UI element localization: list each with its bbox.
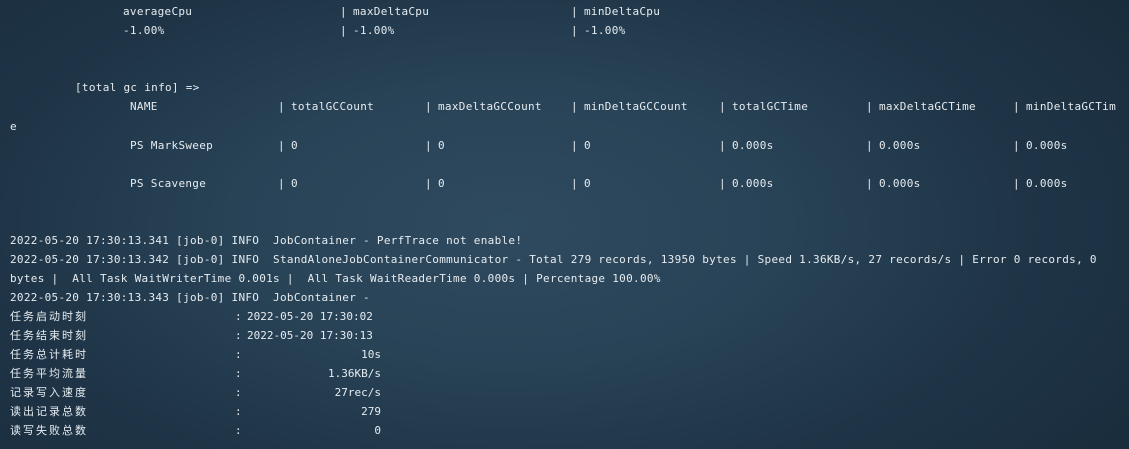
column-separator: | (866, 139, 873, 152)
column-separator: | (571, 177, 578, 190)
log-line: 2022-05-20 17:30:13.341 [job-0] INFO Job… (10, 234, 523, 247)
column-separator: | (719, 177, 726, 190)
terminal-output[interactable]: averageCpu | maxDeltaCpu | minDeltaCpu -… (0, 0, 1129, 449)
gc-row-cell: 0 (584, 139, 591, 152)
column-separator: | (571, 100, 578, 113)
column-separator: | (719, 100, 726, 113)
column-separator: | (866, 100, 873, 113)
log-line: 2022-05-20 17:30:13.342 [job-0] INFO Sta… (10, 253, 1097, 266)
column-separator: | (571, 139, 578, 152)
cpu-value-min: -1.00% (584, 24, 626, 37)
column-separator: | (278, 177, 285, 190)
gc-row-cell: 0 (291, 139, 298, 152)
gc-header-max-delta-time: maxDeltaGCTime (879, 100, 976, 113)
gc-row-cell: 0.000s (879, 139, 921, 152)
column-separator: | (340, 5, 347, 18)
column-separator: | (866, 177, 873, 190)
column-separator: | (1013, 139, 1020, 152)
summary-colon: : (235, 329, 242, 342)
cpu-header-max: maxDeltaCpu (353, 5, 430, 18)
column-separator: | (571, 24, 578, 37)
gc-row-cell: 0.000s (732, 177, 774, 190)
column-separator: | (340, 24, 347, 37)
gc-row-cell: 0.000s (879, 177, 921, 190)
summary-label-total-duration: 任务总计耗时 (10, 348, 88, 361)
gc-row-cell: 0 (438, 139, 445, 152)
summary-label-start-time: 任务启动时刻 (10, 310, 88, 323)
column-separator: | (278, 139, 285, 152)
column-separator: | (1013, 100, 1020, 113)
summary-value-read-total: 279 (361, 405, 381, 418)
column-separator: | (719, 139, 726, 152)
gc-row-name: PS Scavenge (130, 177, 207, 190)
gc-row-cell: 0 (438, 177, 445, 190)
summary-value-total-duration: 10s (361, 348, 381, 361)
gc-header-total-count: totalGCCount (291, 100, 375, 113)
gc-row-cell: 0 (584, 177, 591, 190)
cpu-header-average: averageCpu (123, 5, 193, 18)
column-separator: | (425, 139, 432, 152)
gc-header-max-delta-count: maxDeltaGCCount (438, 100, 542, 113)
cpu-header-min: minDeltaCpu (584, 5, 661, 18)
summary-value-avg-throughput: 1.36KB/s (328, 367, 381, 380)
summary-label-read-total: 读出记录总数 (10, 405, 88, 418)
log-line: bytes | All Task WaitWriterTime 0.001s |… (10, 272, 661, 285)
summary-label-avg-throughput: 任务平均流量 (10, 367, 88, 380)
gc-header-total-time: totalGCTime (732, 100, 809, 113)
log-line: 2022-05-20 17:30:13.343 [job-0] INFO Job… (10, 291, 370, 304)
summary-label-write-speed: 记录写入速度 (10, 386, 88, 399)
gc-header-wrap: e (10, 120, 17, 133)
column-separator: | (425, 177, 432, 190)
gc-row-cell: 0.000s (732, 139, 774, 152)
column-separator: | (425, 100, 432, 113)
gc-row-name: PS MarkSweep (130, 139, 214, 152)
summary-label-fail-total: 读写失败总数 (10, 424, 88, 437)
column-separator: | (571, 5, 578, 18)
cpu-value-average: -1.00% (123, 24, 165, 37)
gc-row-cell: 0.000s (1026, 177, 1068, 190)
gc-header-name: NAME (130, 100, 158, 113)
summary-value-fail-total: 0 (374, 424, 381, 437)
gc-header-min-delta-time: minDeltaGCTim (1026, 100, 1116, 113)
gc-info-title: [total gc info] => (75, 81, 200, 94)
column-separator: | (1013, 177, 1020, 190)
summary-value-write-speed: 27rec/s (334, 386, 381, 399)
summary-colon: : (235, 310, 242, 323)
column-separator: | (278, 100, 285, 113)
gc-row-cell: 0.000s (1026, 139, 1068, 152)
gc-row-cell: 0 (291, 177, 298, 190)
cpu-value-max: -1.00% (353, 24, 395, 37)
summary-label-end-time: 任务结束时刻 (10, 329, 88, 342)
summary-value-end-time: 2022-05-20 17:30:13 (247, 329, 373, 342)
summary-value-start-time: 2022-05-20 17:30:02 (247, 310, 373, 323)
gc-header-min-delta-count: minDeltaGCCount (584, 100, 688, 113)
